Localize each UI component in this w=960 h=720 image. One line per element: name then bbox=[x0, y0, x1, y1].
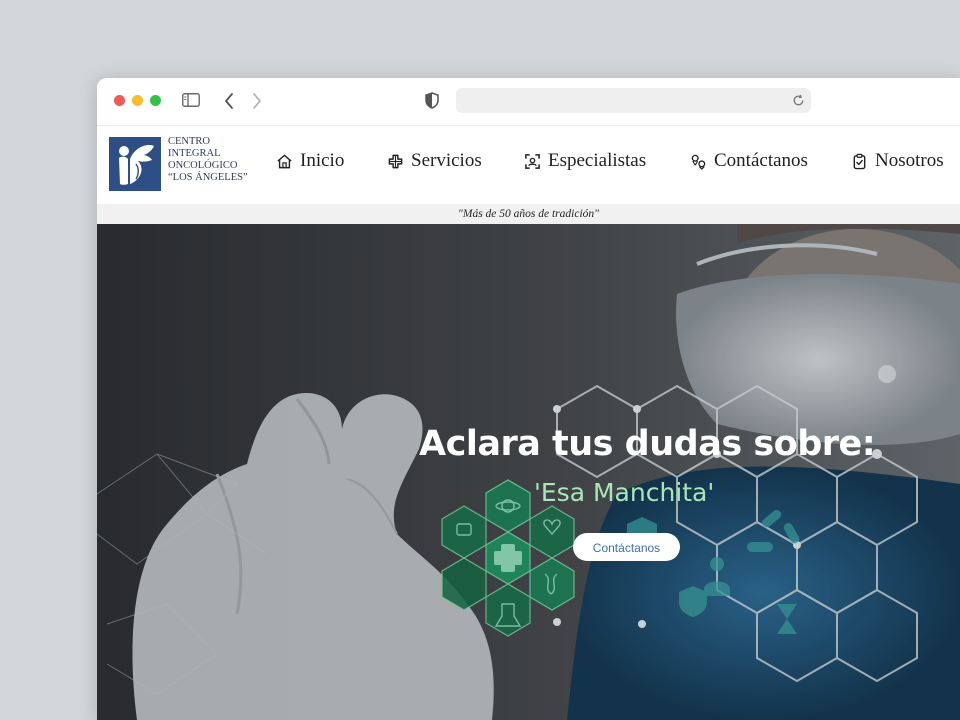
logo-line: “LOS ÁNGELES” bbox=[168, 172, 248, 183]
nav-label: Inicio bbox=[300, 150, 345, 171]
address-bar[interactable] bbox=[456, 88, 811, 113]
close-window-button[interactable] bbox=[114, 95, 125, 106]
sidebar-toggle-icon[interactable] bbox=[182, 93, 200, 107]
hero-title: Aclara tus dudas sobre: bbox=[419, 424, 876, 464]
hero-subtitle: 'Esa Manchita' bbox=[534, 478, 715, 507]
nav-label: Nosotros bbox=[875, 150, 944, 171]
browser-toolbar bbox=[97, 78, 960, 126]
logo-text[interactable]: CENTRO INTEGRAL ONCOLÓGICO “LOS ÁNGELES” bbox=[168, 136, 268, 184]
maximize-window-button[interactable] bbox=[150, 95, 161, 106]
nav-label: Contáctanos bbox=[714, 150, 808, 171]
medical-cross-icon bbox=[388, 154, 403, 168]
hero-background-image bbox=[97, 224, 960, 720]
tagline: "Más de 50 años de tradición" bbox=[97, 204, 960, 224]
logo-line: ONCOLÓGICO bbox=[168, 160, 238, 171]
face-scan-icon bbox=[525, 153, 540, 169]
nav-item-servicios[interactable]: Servicios bbox=[387, 150, 482, 172]
privacy-shield-icon[interactable] bbox=[425, 92, 439, 109]
nav-label: Servicios bbox=[411, 150, 482, 171]
back-arrow-icon[interactable] bbox=[223, 92, 235, 110]
minimize-window-button[interactable] bbox=[132, 95, 143, 106]
nav-label: Especialistas bbox=[548, 150, 647, 171]
logo-line: INTEGRAL bbox=[168, 148, 221, 159]
logo-emblem[interactable] bbox=[109, 137, 161, 191]
nav-item-contactanos[interactable]: Contáctanos bbox=[690, 150, 808, 172]
nav-item-especialistas[interactable]: Especialistas bbox=[524, 150, 646, 172]
nav-item-nosotros[interactable]: Nosotros bbox=[851, 150, 944, 172]
home-icon bbox=[277, 154, 292, 168]
browser-window: CENTRO INTEGRAL ONCOLÓGICO “LOS ÁNGELES”… bbox=[97, 78, 960, 720]
clipboard-check-icon bbox=[853, 153, 866, 169]
nav-item-inicio[interactable]: Inicio bbox=[276, 150, 344, 172]
reload-icon[interactable] bbox=[792, 94, 805, 107]
location-pins-icon bbox=[691, 154, 706, 170]
site-header: CENTRO INTEGRAL ONCOLÓGICO “LOS ÁNGELES”… bbox=[97, 126, 960, 204]
angel-logo-icon bbox=[109, 137, 161, 191]
logo-line: CENTRO bbox=[168, 136, 210, 147]
hero-banner: Aclara tus dudas sobre: 'Esa Manchita' C… bbox=[97, 224, 960, 720]
contact-button[interactable]: Contáctanos bbox=[573, 533, 680, 561]
forward-arrow-icon[interactable] bbox=[251, 92, 263, 110]
